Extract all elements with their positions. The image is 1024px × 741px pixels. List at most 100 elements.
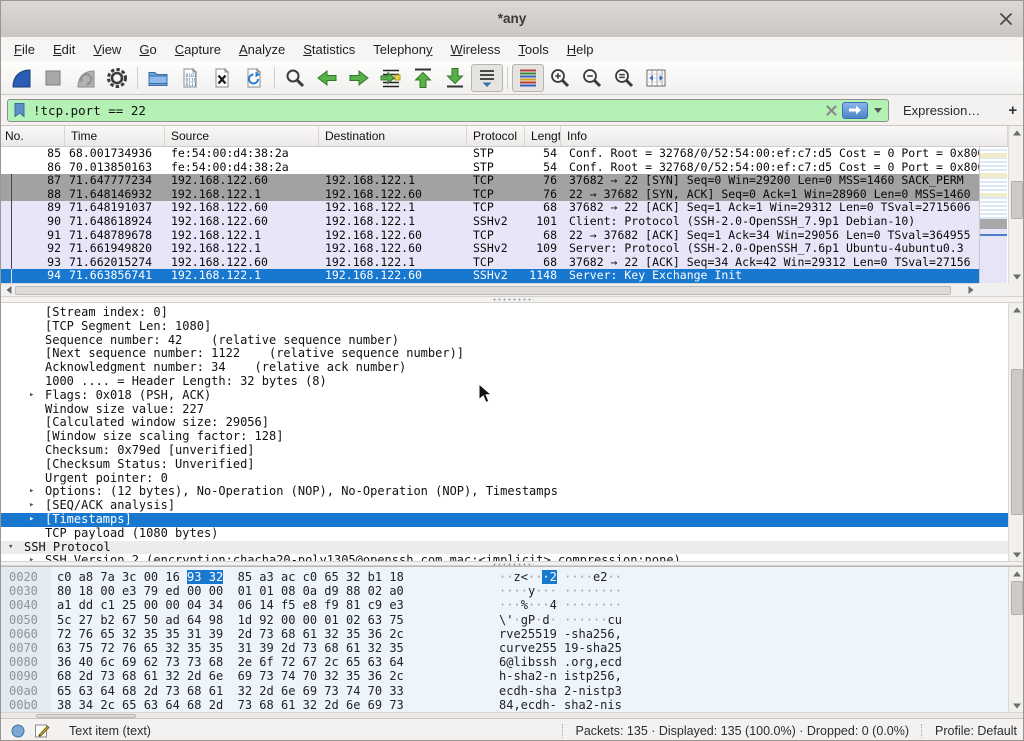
hex-ascii[interactable]: curve255 19-sha25: [499, 641, 622, 655]
capture-options-button[interactable]: [101, 64, 133, 92]
packet-row-89[interactable]: 8971.648191037192.168.122.60192.168.122.…: [1, 201, 979, 215]
status-profile[interactable]: Profile: Default: [935, 724, 1017, 738]
detail-row[interactable]: [Calculated window size: 29056]: [1, 416, 1008, 430]
detail-row[interactable]: [Checksum Status: Unverified]: [1, 458, 1008, 472]
go-back-button[interactable]: [311, 64, 343, 92]
hex-ascii[interactable]: ··z<···2 ····e2··: [499, 570, 622, 584]
close-file-button[interactable]: [206, 64, 238, 92]
hex-bytes[interactable]: a1 dd c1 25 00 00 04 34 06 14 f5 e8 f9 8…: [57, 598, 404, 612]
hex-row-0090[interactable]: 009068 2d 73 68 61 32 2d 6e 69 73 74 70 …: [1, 669, 1008, 683]
close-icon[interactable]: [999, 12, 1013, 26]
hex-row-0040[interactable]: 0040a1 dd c1 25 00 00 04 34 06 14 f5 e8 …: [1, 598, 1008, 612]
detail-row[interactable]: Checksum: 0x79ed [unverified]: [1, 444, 1008, 458]
capture-comment-icon[interactable]: [34, 723, 50, 738]
hex-bytes[interactable]: 80 18 00 e3 79 ed 00 00 01 01 08 0a d9 8…: [57, 584, 404, 598]
add-filter-button[interactable]: +: [1000, 102, 1024, 119]
hex-row-0070[interactable]: 007063 75 72 76 65 32 35 35 31 39 2d 73 …: [1, 641, 1008, 655]
column-header-time[interactable]: Time: [65, 126, 165, 146]
menu-file[interactable]: File: [5, 39, 44, 60]
bytes-vscrollbar[interactable]: [1008, 567, 1024, 712]
hex-bytes[interactable]: 65 63 64 68 2d 73 68 61 32 2d 6e 69 73 7…: [57, 684, 404, 698]
menu-edit[interactable]: Edit: [44, 39, 84, 60]
packet-row-92[interactable]: 9271.661949820192.168.122.1192.168.122.6…: [1, 242, 979, 256]
packet-row-88[interactable]: 8871.648146932192.168.122.1192.168.122.6…: [1, 188, 979, 202]
hex-ascii[interactable]: 84,ecdh- sha2-nis: [499, 698, 622, 712]
detail-row[interactable]: [Window size scaling factor: 128]: [1, 430, 1008, 444]
save-file-button[interactable]: 010101100111: [174, 64, 206, 92]
detail-row[interactable]: Sequence number: 42 (relative sequence n…: [1, 334, 1008, 348]
detail-row[interactable]: Urgent pointer: 0: [1, 472, 1008, 486]
zoom-in-button[interactable]: [544, 64, 576, 92]
packet-row-94[interactable]: 9471.663856741192.168.122.1192.168.122.6…: [1, 269, 979, 283]
zoom-out-button[interactable]: [576, 64, 608, 92]
hex-bytes[interactable]: 36 40 6c 69 62 73 73 68 2e 6f 72 67 2c 6…: [57, 655, 404, 669]
hex-ascii[interactable]: 6@libssh .org,ecd: [499, 655, 622, 669]
apply-filter-button[interactable]: [842, 102, 868, 119]
open-file-button[interactable]: [142, 64, 174, 92]
go-to-packet-button[interactable]: [375, 64, 407, 92]
scrollbar-thumb[interactable]: [1011, 581, 1023, 615]
scroll-right-icon[interactable]: [963, 284, 979, 296]
detail-row[interactable]: [Stream index: 0]: [1, 306, 1008, 320]
packet-row-91[interactable]: 9171.648789678192.168.122.1192.168.122.6…: [1, 229, 979, 243]
hex-row-0060[interactable]: 006072 76 65 32 35 35 31 39 2d 73 68 61 …: [1, 627, 1008, 641]
menu-telephony[interactable]: Telephony: [364, 39, 441, 60]
detail-row[interactable]: Acknowledgment number: 34 (relative ack …: [1, 361, 1008, 375]
scrollbar-thumb[interactable]: [1011, 181, 1023, 219]
column-header-protocol[interactable]: Protocol: [467, 126, 525, 146]
column-header-no[interactable]: No.: [1, 126, 65, 146]
packet-list-minimap[interactable]: [979, 147, 1007, 283]
scrollbar-thumb[interactable]: [1011, 369, 1023, 515]
menu-tools[interactable]: Tools: [509, 39, 557, 60]
colorize-packets-button[interactable]: [512, 64, 544, 92]
column-header-source[interactable]: Source: [165, 126, 319, 146]
menu-analyze[interactable]: Analyze: [230, 39, 294, 60]
restart-capture-button[interactable]: [69, 64, 101, 92]
find-packet-button[interactable]: [279, 64, 311, 92]
hex-ascii[interactable]: \'·gP·d· ······cu: [499, 613, 622, 627]
scroll-down-icon[interactable]: [1009, 699, 1024, 712]
go-first-packet-button[interactable]: [407, 64, 439, 92]
hex-row-0020[interactable]: 0020c0 a8 7a 3c 00 16 93 32 85 a3 ac c0 …: [1, 570, 1008, 584]
hex-bytes[interactable]: 38 34 2c 65 63 64 68 2d 73 68 61 32 2d 6…: [57, 698, 404, 712]
hex-bytes[interactable]: c0 a8 7a 3c 00 16 93 32 85 a3 ac c0 65 3…: [57, 570, 404, 584]
hex-ascii[interactable]: ecdh-sha 2-nistp3: [499, 684, 622, 698]
packet-row-93[interactable]: 9371.662015274192.168.122.60192.168.122.…: [1, 256, 979, 270]
hex-ascii[interactable]: ···%···4 ········: [499, 598, 622, 612]
expand-arrow-icon[interactable]: ▸: [29, 499, 34, 513]
resize-columns-button[interactable]: [640, 64, 672, 92]
detail-row[interactable]: ▸SSH Version 2 (encryption:chacha20-poly…: [1, 554, 1008, 561]
packet-row-87[interactable]: 8771.647777234192.168.122.60192.168.122.…: [1, 174, 979, 188]
clear-filter-icon[interactable]: [825, 104, 838, 117]
hex-row-0080[interactable]: 008036 40 6c 69 62 73 73 68 2e 6f 72 67 …: [1, 655, 1008, 669]
expand-arrow-icon[interactable]: ▸: [29, 485, 34, 499]
column-header-length[interactable]: Length: [525, 126, 561, 146]
hex-ascii[interactable]: ····y··· ········: [499, 584, 622, 598]
detail-row[interactable]: [Next sequence number: 1122 (relative se…: [1, 347, 1008, 361]
menu-view[interactable]: View: [84, 39, 130, 60]
menu-capture[interactable]: Capture: [166, 39, 230, 60]
hex-row-00b0[interactable]: 00b038 34 2c 65 63 64 68 2d 73 68 61 32 …: [1, 698, 1008, 712]
filter-dropdown-caret-icon[interactable]: [874, 108, 882, 117]
reload-file-button[interactable]: [238, 64, 270, 92]
stop-capture-button[interactable]: [37, 64, 69, 92]
hex-row-00a0[interactable]: 00a065 63 64 68 2d 73 68 61 32 2d 6e 69 …: [1, 684, 1008, 698]
expression-button[interactable]: Expression…: [903, 103, 980, 118]
column-header-destination[interactable]: Destination: [319, 126, 467, 146]
scrollbar-thumb[interactable]: [15, 286, 951, 295]
menu-help[interactable]: Help: [558, 39, 603, 60]
bookmark-icon[interactable]: [12, 102, 27, 118]
menu-statistics[interactable]: Statistics: [294, 39, 364, 60]
display-filter-input[interactable]: !tcp.port == 22: [7, 99, 889, 122]
collapse-arrow-icon[interactable]: ▾: [8, 541, 13, 555]
expand-arrow-icon[interactable]: ▸: [29, 554, 34, 561]
detail-row[interactable]: [TCP Segment Len: 1080]: [1, 320, 1008, 334]
packet-row-85[interactable]: 8568.001734936fe:54:00:d4:38:2aSTP54Conf…: [1, 147, 979, 161]
hex-ascii[interactable]: h-sha2-n istp256,: [499, 669, 622, 683]
packet-list-hscrollbar[interactable]: [1, 283, 979, 296]
hex-bytes[interactable]: 63 75 72 76 65 32 35 35 31 39 2d 73 68 6…: [57, 641, 404, 655]
detail-row[interactable]: 1000 .... = Header Length: 32 bytes (8): [1, 375, 1008, 389]
scroll-down-icon[interactable]: [1009, 270, 1024, 283]
detail-row[interactable]: ▸Flags: 0x018 (PSH, ACK): [1, 389, 1008, 403]
expand-arrow-icon[interactable]: ▸: [29, 389, 34, 403]
